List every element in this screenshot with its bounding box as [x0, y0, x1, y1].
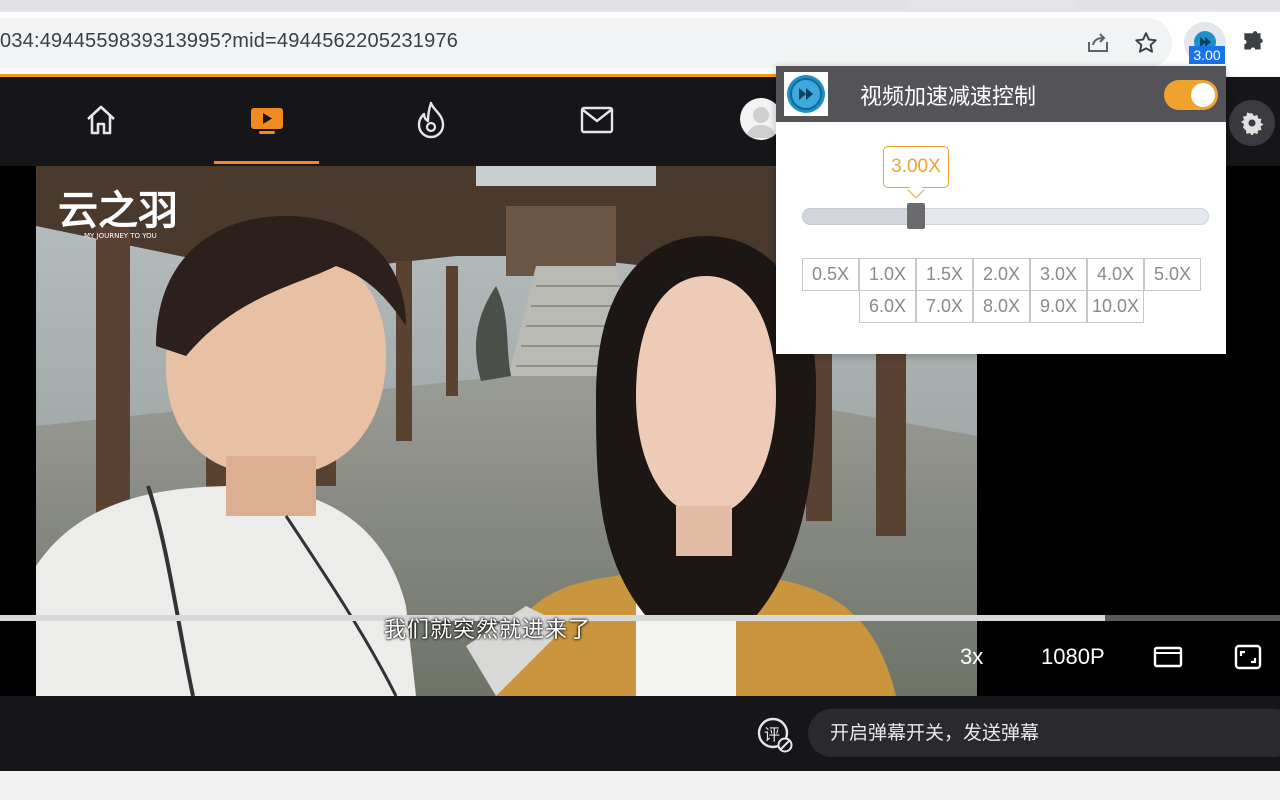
speed-control-popup: 视频加速减速控制 3.00X 0.5X 1.0X 1.5X 2.0X 3.0X 4.0X 5… — [776, 66, 1226, 354]
share-icon[interactable] — [1084, 29, 1112, 57]
danmaku-toggle-icon[interactable]: 评 — [756, 716, 794, 754]
speed-option-2-0x[interactable]: 2.0X — [973, 258, 1030, 291]
nav-home-icon[interactable] — [48, 77, 153, 163]
settings-gear-icon[interactable] — [1229, 100, 1275, 146]
speed-option-1-5x[interactable]: 1.5X — [916, 258, 973, 291]
fullscreen-icon[interactable] — [1233, 644, 1263, 670]
browser-tab[interactable] — [0, 0, 908, 10]
nav-active-indicator — [214, 161, 319, 164]
speed-option-7-0x[interactable]: 7.0X — [916, 290, 973, 323]
extensions-puzzle-icon[interactable] — [1239, 29, 1267, 57]
video-subtitle: 我们就突然就进来了 — [384, 618, 592, 643]
show-watermark-subtitle: MY JOURNEY TO YOU — [84, 232, 157, 240]
speed-slider-fill — [802, 208, 916, 225]
danmaku-input[interactable]: 开启弹幕开关，发送弹幕 — [808, 709, 1280, 757]
speed-option-0-5x[interactable]: 0.5X — [802, 258, 859, 291]
speed-option-1-0x[interactable]: 1.0X — [859, 258, 916, 291]
show-watermark-logo: 云之羽 — [58, 187, 178, 234]
playback-speed-button[interactable]: 3x — [960, 644, 983, 670]
nav-mail-icon[interactable] — [544, 77, 649, 163]
quality-button[interactable]: 1080P — [1041, 644, 1105, 670]
enable-toggle[interactable] — [1164, 80, 1218, 110]
tab-strip — [0, 0, 1280, 12]
speed-option-9-0x[interactable]: 9.0X — [1030, 290, 1087, 323]
extension-badge: 3.00 — [1189, 46, 1225, 64]
svg-text:评: 评 — [764, 725, 780, 744]
speed-option-4-0x[interactable]: 4.0X — [1087, 258, 1144, 291]
speed-option-3-0x[interactable]: 3.0X — [1030, 258, 1087, 291]
speed-option-5-0x[interactable]: 5.0X — [1144, 258, 1201, 291]
browser-tab[interactable] — [1076, 0, 1280, 10]
toggle-knob — [1191, 83, 1215, 107]
nav-video-icon[interactable] — [214, 77, 319, 163]
popup-title: 视频加速减速控制 — [860, 85, 1037, 110]
speed-option-8-0x[interactable]: 8.0X — [973, 290, 1030, 323]
extension-logo-icon — [784, 72, 828, 116]
speed-slider-thumb[interactable] — [906, 203, 925, 229]
url-text[interactable]: 034:4944559839313995?mid=494456220523197… — [0, 30, 458, 53]
speed-option-6-0x[interactable]: 6.0X — [859, 290, 916, 323]
window-mode-icon[interactable] — [1153, 644, 1183, 670]
speed-option-10-0x[interactable]: 10.0X — [1087, 290, 1144, 323]
bookmark-star-icon[interactable] — [1132, 29, 1160, 57]
nav-hot-flame-icon[interactable] — [378, 77, 483, 163]
